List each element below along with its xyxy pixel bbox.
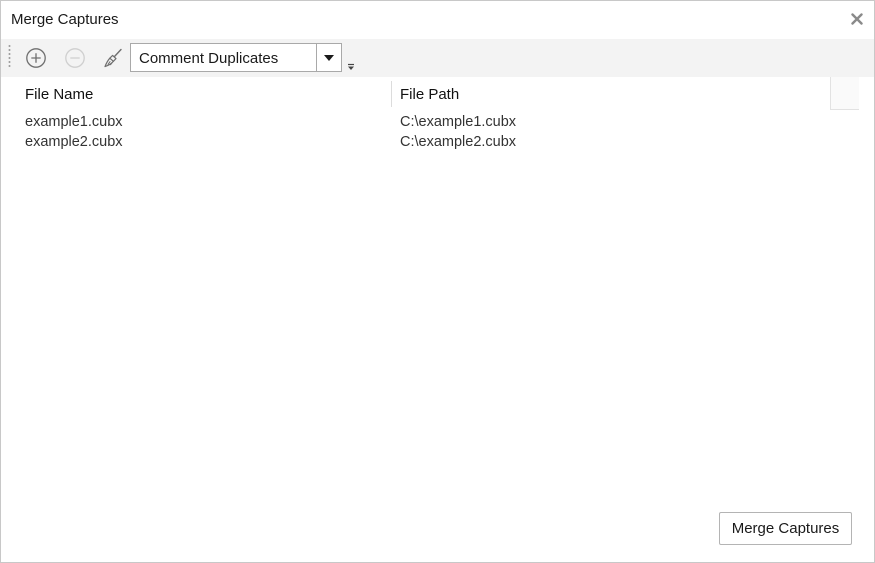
clear-list-button[interactable] bbox=[101, 46, 125, 70]
dialog-title: Merge Captures bbox=[11, 11, 119, 28]
toolbar-overflow-icon bbox=[348, 63, 354, 70]
cell-file-path: C:\example1.cubx bbox=[400, 114, 517, 130]
column-header-file-name[interactable]: File Name bbox=[25, 77, 385, 110]
close-button[interactable] bbox=[848, 10, 866, 28]
cell-file-path: C:\example2.cubx bbox=[400, 134, 517, 150]
add-file-button[interactable] bbox=[24, 46, 48, 70]
minus-circle-icon bbox=[65, 48, 85, 68]
caret-down-icon bbox=[324, 54, 334, 61]
column-resize-handle[interactable] bbox=[391, 81, 392, 107]
table-row[interactable]: example1.cubx C:\example1.cubx bbox=[1, 112, 861, 132]
cell-file-name: example1.cubx bbox=[25, 114, 123, 130]
table-row[interactable]: example2.cubx C:\example2.cubx bbox=[1, 132, 861, 152]
merge-captures-button[interactable]: Merge Captures bbox=[719, 512, 852, 545]
merge-captures-dialog: Merge Captures Comment Duplicates File N… bbox=[0, 0, 875, 563]
toolbar-grip-icon[interactable] bbox=[8, 44, 11, 70]
column-header-file-path[interactable]: File Path bbox=[400, 77, 820, 110]
toolbar-overflow-button[interactable] bbox=[345, 61, 357, 73]
broom-icon bbox=[104, 48, 122, 68]
toolbar: Comment Duplicates bbox=[1, 39, 874, 77]
cell-file-name: example2.cubx bbox=[25, 134, 123, 150]
merge-mode-dropdown[interactable]: Comment Duplicates bbox=[130, 43, 342, 72]
title-bar: Merge Captures bbox=[1, 1, 874, 39]
captures-table: File Name File Path example1.cubx C:\exa… bbox=[1, 77, 874, 487]
close-icon bbox=[851, 13, 863, 25]
dropdown-toggle[interactable] bbox=[317, 44, 341, 71]
merge-mode-value: Comment Duplicates bbox=[139, 50, 279, 67]
remove-file-button[interactable] bbox=[63, 46, 87, 70]
plus-circle-icon bbox=[26, 48, 46, 68]
header-corner bbox=[830, 77, 859, 110]
